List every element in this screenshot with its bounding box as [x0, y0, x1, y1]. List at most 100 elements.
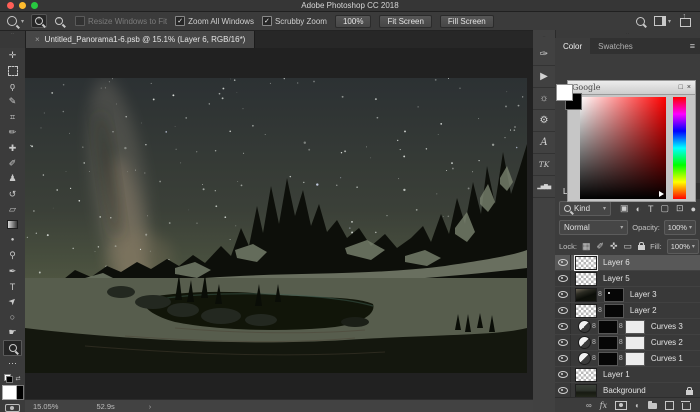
- minimize-window-button[interactable]: [19, 2, 26, 9]
- healing-brush-tool[interactable]: ✚: [3, 140, 22, 155]
- zoom-window-button[interactable]: [31, 2, 38, 9]
- resize-windows-checkbox-box[interactable]: [75, 16, 85, 26]
- layer-visibility-toggle[interactable]: [555, 351, 571, 366]
- fill-field[interactable]: 100% ▾: [667, 239, 699, 254]
- edit-toolbar-button[interactable]: ⋯: [3, 356, 22, 371]
- close-tab-icon[interactable]: ×: [35, 35, 40, 44]
- document-image[interactable]: [25, 78, 527, 373]
- layer-thumbnail[interactable]: [575, 384, 597, 398]
- color-swatches-control[interactable]: [2, 385, 24, 400]
- layer-thumbnail[interactable]: [575, 288, 597, 302]
- panel-menu-icon[interactable]: ≡: [685, 38, 700, 54]
- google-floating-window[interactable]: Google □ ×: [567, 80, 696, 201]
- tab-color[interactable]: Color: [555, 38, 590, 54]
- mask-link-icon[interactable]: 8: [619, 355, 623, 362]
- share-icon[interactable]: [680, 18, 691, 27]
- layer-visibility-toggle[interactable]: [555, 287, 571, 302]
- google-window-titlebar[interactable]: Google □ ×: [567, 80, 696, 94]
- pen-tool[interactable]: ✒: [3, 263, 22, 278]
- filter-smart-objects-icon[interactable]: ⊡: [676, 203, 684, 214]
- layer-mask-thumbnail[interactable]: [604, 288, 624, 302]
- eraser-tool[interactable]: ▱: [3, 202, 22, 217]
- layer-mask-thumbnail-2[interactable]: [625, 352, 645, 366]
- type-tool[interactable]: T: [3, 279, 22, 294]
- layer-thumbnail[interactable]: [575, 256, 597, 270]
- blend-mode-select[interactable]: Normal ▾: [559, 220, 628, 235]
- opacity-field[interactable]: 100% ▾: [664, 220, 696, 235]
- layer-thumbnail[interactable]: [575, 272, 597, 286]
- brush-settings-panel-icon[interactable]: ✑: [533, 44, 555, 66]
- gradient-tool[interactable]: [3, 217, 22, 232]
- mask-link-icon[interactable]: 8: [619, 323, 623, 330]
- zoom-level-field[interactable]: 15.05%: [33, 402, 58, 411]
- fill-screen-button[interactable]: Fill Screen: [440, 15, 494, 28]
- swap-colors-icon[interactable]: ⇄: [15, 375, 20, 382]
- actions-panel-icon[interactable]: ▶: [533, 66, 555, 88]
- new-group-button[interactable]: [648, 403, 657, 409]
- layer-mask-thumbnail[interactable]: [598, 352, 618, 366]
- workspace-switcher[interactable]: ▾: [654, 16, 671, 26]
- layer-visibility-toggle[interactable]: [555, 271, 571, 286]
- clone-stamp-tool[interactable]: ♟: [3, 171, 22, 186]
- lock-artboard-icon[interactable]: ▭: [624, 241, 633, 252]
- zoom-in-button[interactable]: +: [31, 14, 47, 28]
- panel-drag-handle[interactable]: ∙∙: [555, 30, 700, 38]
- layer-visibility-toggle[interactable]: [555, 367, 571, 382]
- color-picker-hue-bar[interactable]: [673, 97, 686, 199]
- layer-mask-thumbnail[interactable]: [598, 336, 618, 350]
- layer-visibility-toggle[interactable]: [555, 319, 571, 334]
- layer-style-button[interactable]: fx: [600, 401, 607, 410]
- tk-panel-icon[interactable]: TK: [533, 154, 555, 176]
- delete-layer-button[interactable]: [682, 403, 691, 410]
- add-mask-button[interactable]: [615, 401, 627, 410]
- shape-tool[interactable]: ○: [3, 310, 22, 325]
- filter-adjustment-layers-icon[interactable]: ◐: [636, 204, 641, 214]
- layer-thumbnail[interactable]: [575, 304, 597, 318]
- default-colors-control[interactable]: ⇄: [4, 374, 20, 383]
- filter-shape-layers-icon[interactable]: ▢: [661, 203, 670, 214]
- new-adjustment-layer-button[interactable]: ◐: [635, 401, 640, 410]
- layer-row-background[interactable]: Background: [555, 383, 700, 398]
- history-brush-tool[interactable]: ↺: [3, 187, 22, 202]
- zoom-100-button[interactable]: 100%: [335, 15, 371, 28]
- close-icon[interactable]: ×: [687, 84, 691, 91]
- mask-link-icon[interactable]: 8: [598, 307, 602, 314]
- scrubby-zoom-checkbox[interactable]: ✓Scrubby Zoom: [262, 16, 327, 26]
- layer-row-layer-1[interactable]: Layer 1: [555, 367, 700, 383]
- quick-selection-tool[interactable]: ✎: [3, 94, 22, 109]
- close-window-button[interactable]: [7, 2, 14, 9]
- zoom-out-button[interactable]: −: [51, 14, 67, 28]
- curves-adjustment-icon[interactable]: [578, 320, 591, 333]
- blur-tool[interactable]: ●: [3, 233, 22, 248]
- zoom-tool[interactable]: [3, 340, 22, 355]
- mask-link-icon[interactable]: 8: [592, 355, 596, 362]
- mask-link-icon[interactable]: 8: [592, 339, 596, 346]
- brush-tool[interactable]: ✐: [3, 156, 22, 171]
- move-tool[interactable]: ✛: [3, 48, 22, 63]
- zoom-all-windows-checkbox[interactable]: ✓Zoom All Windows: [175, 16, 254, 26]
- layer-visibility-toggle[interactable]: [555, 383, 571, 398]
- layer-visibility-toggle[interactable]: [555, 335, 571, 350]
- strip-drag-handle[interactable]: ∙∙: [533, 30, 555, 44]
- mask-link-icon[interactable]: 8: [592, 323, 596, 330]
- tool-preset[interactable]: ▾: [7, 16, 24, 26]
- lock-position-icon[interactable]: ✜: [610, 241, 618, 252]
- lock-all-icon[interactable]: [638, 245, 645, 250]
- layer-row-curves-1[interactable]: 88Curves 1: [555, 351, 700, 367]
- layer-row-layer-6[interactable]: Layer 6: [555, 255, 700, 271]
- lock-pixels-icon[interactable]: ✐: [596, 241, 604, 252]
- layer-row-layer-5[interactable]: Layer 5: [555, 271, 700, 287]
- document-tab[interactable]: × Untitled_Panorama1-6.psb @ 15.1% (Laye…: [26, 31, 255, 48]
- histogram-panel-icon[interactable]: ▂▅▇▅: [533, 176, 555, 198]
- layer-row-curves-3[interactable]: 88Curves 3: [555, 319, 700, 335]
- lasso-tool[interactable]: ϙ: [3, 79, 22, 94]
- scrubby-zoom-checkbox-box[interactable]: ✓: [262, 16, 272, 26]
- lock-transparency-icon[interactable]: ▦: [582, 241, 591, 252]
- glyphs-panel-icon[interactable]: A: [533, 132, 555, 154]
- layer-mask-thumbnail-2[interactable]: [625, 320, 645, 334]
- layer-row-layer-3[interactable]: 8Layer 3: [555, 287, 700, 303]
- marquee-tool[interactable]: [3, 63, 22, 78]
- eyedropper-tool[interactable]: ✏: [3, 125, 22, 140]
- crop-tool[interactable]: ⌗: [3, 110, 22, 125]
- panel-color-swatches[interactable]: [556, 84, 582, 110]
